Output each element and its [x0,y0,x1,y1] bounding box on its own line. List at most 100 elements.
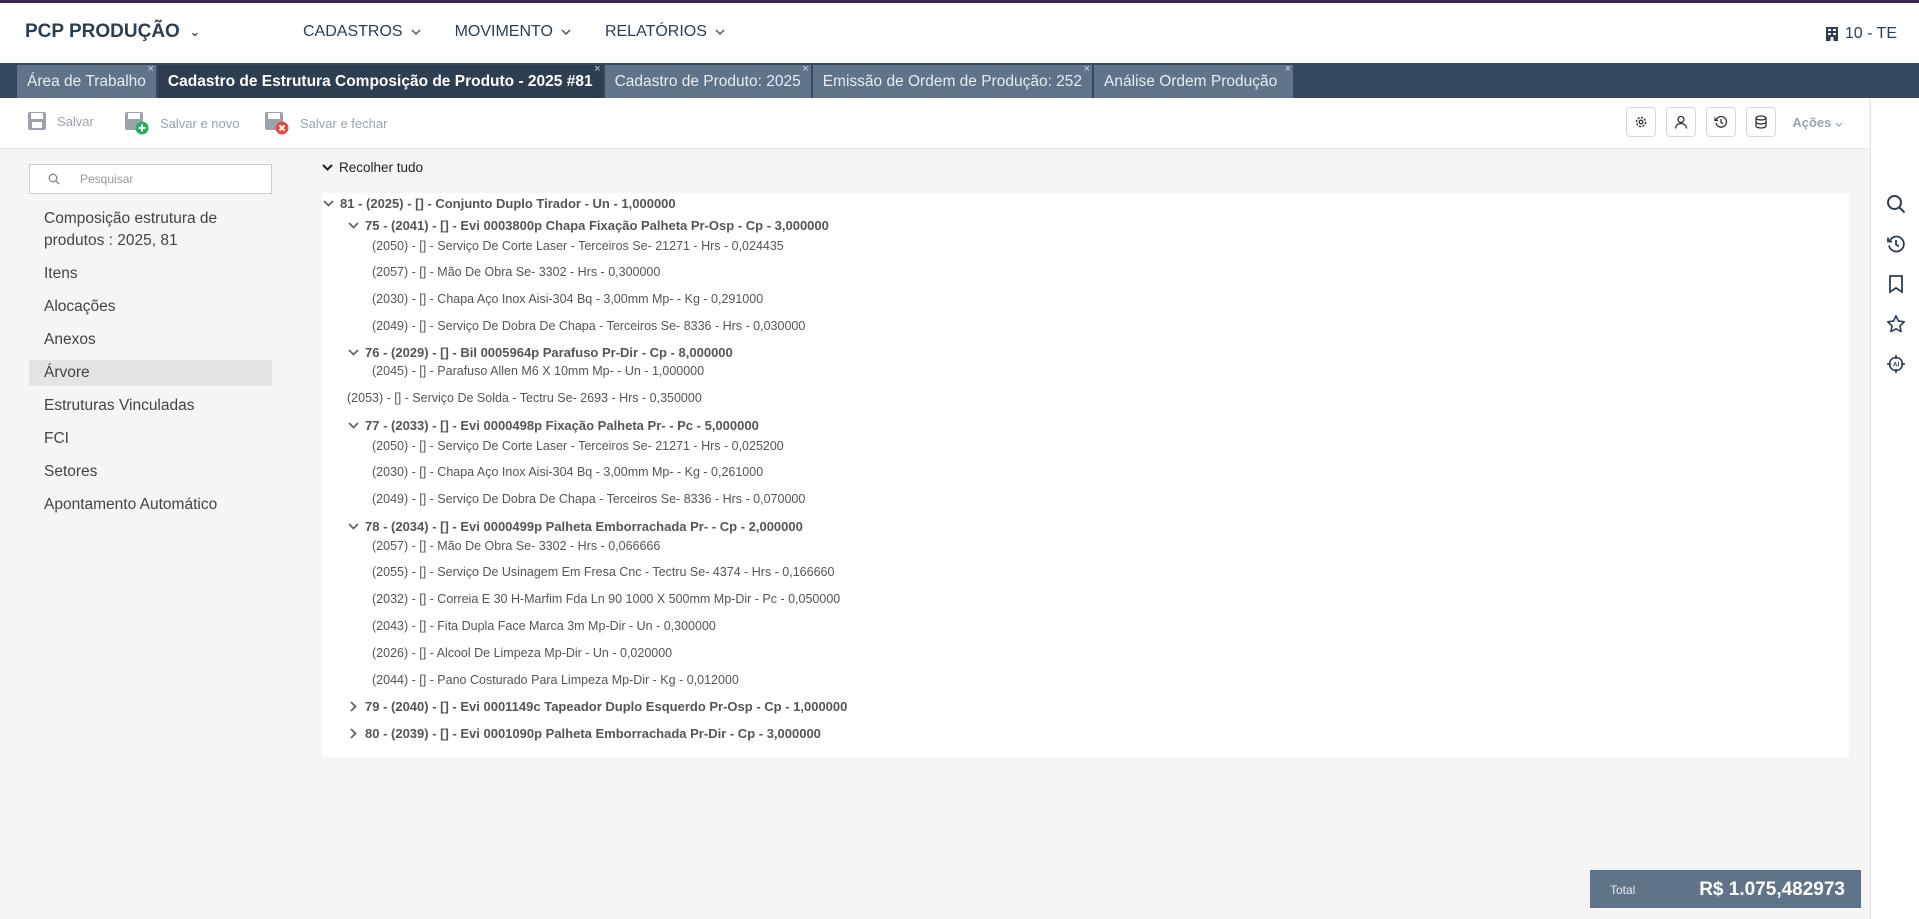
history-button[interactable] [1706,107,1736,137]
search-input[interactable] [78,171,262,187]
user-button[interactable] [1666,107,1696,137]
sidebar-item-composicao[interactable]: Composição estrutura de produtos : 2025,… [29,206,272,254]
company-selector[interactable]: 10 - TE [1825,25,1897,43]
tree-node-label: (2050) - [] - Serviço De Corte Laser - T… [372,439,784,453]
bookmark-icon[interactable] [1886,274,1906,294]
tab-emissao-ordem[interactable]: Emissão de Ordem de Produção: 252 × [812,63,1093,98]
tree-node-label: (2057) - [] - Mão De Obra Se- 3302 - Hrs… [372,539,661,553]
search-box [29,164,272,194]
tree-node-label: (2030) - [] - Chapa Aço Inox Aisi-304 Bq… [372,292,764,306]
tree-node[interactable]: 79 - (2040) - [] - Evi 0001149c Tapeador… [347,699,847,714]
tree-node[interactable]: 76 - (2029) - [] - Bil 0005964p Parafuso… [347,345,733,360]
close-icon[interactable]: × [802,53,808,86]
tree-node[interactable]: (2049) - [] - Serviço De Dobra De Chapa … [372,492,805,506]
chevron-down-icon[interactable] [347,349,359,356]
tree-node[interactable]: (2049) - [] - Serviço De Dobra De Chapa … [372,319,805,333]
sidebar-item-fci[interactable]: FCI [29,426,272,452]
sidebar-item-itens[interactable]: Itens [29,261,272,287]
tree-node[interactable]: (2044) - [] - Pano Costurado Para Limpez… [372,673,739,687]
history-icon [1714,115,1728,128]
close-icon[interactable]: × [1084,53,1090,86]
tree-node[interactable]: (2045) - [] - Parafuso Allen M6 X 10mm M… [372,364,704,378]
close-icon[interactable]: × [594,53,600,86]
app-module-selector[interactable]: PCP PRODUÇÃO ⌄ [25,21,200,43]
sidebar-item-apontamento[interactable]: Apontamento Automático [29,492,272,518]
nav-cadastros[interactable]: CADASTROS [303,23,421,41]
tree-node[interactable]: (2032) - [] - Correia E 30 H-Marfim Fda … [372,592,840,606]
tree-node[interactable]: (2030) - [] - Chapa Aço Inox Aisi-304 Bq… [372,292,763,306]
chevron-down-icon[interactable] [347,422,359,429]
nav-movimento[interactable]: MOVIMENTO [455,23,571,41]
tree-node-label: 77 - (2033) - [] - Evi 0000498p Fixação … [365,418,759,433]
tree-node[interactable]: (2057) - [] - Mão De Obra Se- 3302 - Hrs… [372,539,660,553]
nav-relatorios[interactable]: RELATÓRIOS [605,23,725,41]
save-new-icon [125,112,149,135]
nav-label: RELATÓRIOS [604,23,707,40]
tree-node[interactable]: 80 - (2039) - [] - Evi 0001090p Palheta … [347,726,821,741]
save-and-close-button[interactable]: Salvar e fechar [264,111,387,135]
tree-node[interactable]: 81 - (2025) - [] - Conjunto Duplo Tirado… [322,196,676,211]
tree-node[interactable]: 77 - (2033) - [] - Evi 0000498p Fixação … [347,418,759,433]
tab-cadastro-estrutura[interactable]: Cadastro de Estrutura Composição de Prod… [157,63,603,98]
actions-label: Ações [1792,115,1832,130]
tree-node[interactable]: (2030) - [] - Chapa Aço Inox Aisi-304 Bq… [372,465,763,479]
tree-node[interactable]: 75 - (2041) - [] - Evi 0003800p Chapa Fi… [347,218,829,233]
sidebar-menu: Composição estrutura de produtos : 2025,… [29,206,272,525]
sidebar-item-estruturas-vinculadas[interactable]: Estruturas Vinculadas [29,393,272,419]
chevron-down-icon [561,29,571,35]
save-new-label: Salvar e novo [160,115,240,131]
chevron-right-icon[interactable] [347,701,359,712]
save-and-new-button[interactable]: Salvar e novo [124,111,240,135]
sidebar-item-arvore[interactable]: Árvore [29,360,272,386]
database-icon [1755,115,1767,129]
tree-node-label: 76 - (2029) - [] - Bil 0005964p Parafuso… [365,345,733,360]
close-icon[interactable]: × [1285,53,1291,86]
sidebar-item-alocacoes[interactable]: Alocações [29,294,272,320]
tree-node-label: (2049) - [] - Serviço De Dobra De Chapa … [372,492,806,506]
structure-tree: 81 - (2025) - [] - Conjunto Duplo Tirado… [322,193,1849,757]
tree-node[interactable]: (2050) - [] - Serviço De Corte Laser - T… [372,439,784,453]
actions-dropdown[interactable]: Ações [1792,115,1843,130]
save-close-icon [265,112,289,135]
chevron-down-icon[interactable] [347,222,359,229]
tree-node[interactable]: (2050) - [] - Serviço De Corte Laser - T… [372,239,784,253]
tree-node[interactable]: (2057) - [] - Mão De Obra Se- 3302 - Hrs… [372,265,660,279]
tree-node-label: (2032) - [] - Correia E 30 H-Marfim Fda … [372,592,841,606]
settings-button[interactable] [1626,107,1656,137]
database-button[interactable] [1746,107,1776,137]
save-label: Salvar [57,113,94,129]
tab-label: Cadastro de Estrutura Composição de Prod… [167,73,593,90]
tree-node[interactable]: (2053) - [] - Serviço De Solda - Tectru … [347,391,702,405]
tab-label: Área de Trabalho [27,73,146,90]
svg-text:AI: AI [1893,362,1900,369]
tab-analise-ordem[interactable]: Análise Ordem Produção × [1094,63,1294,98]
chevron-right-icon[interactable] [347,728,359,739]
user-icon [1674,115,1688,129]
total-value: R$ 1.075,482973 [1699,879,1845,900]
sidebar-item-setores[interactable]: Setores [29,459,272,485]
close-icon[interactable]: × [147,53,153,86]
tree-node[interactable]: (2043) - [] - Fita Dupla Face Marca 3m M… [372,619,716,633]
search-icon[interactable] [1886,194,1906,214]
tree-node-label: 79 - (2040) - [] - Evi 0001149c Tapeador… [365,699,848,714]
tab-label: Análise Ordem Produção [1104,73,1278,90]
company-label: 10 - TE [1844,25,1897,42]
tab-area-de-trabalho[interactable]: Área de Trabalho × [17,63,156,98]
tree-node[interactable]: 78 - (2034) - [] - Evi 0000499p Palheta … [347,519,803,534]
tree-node[interactable]: (2055) - [] - Serviço De Usinagem Em Fre… [372,565,834,579]
save-close-label: Salvar e fechar [300,115,388,131]
tab-label: Emissão de Ordem de Produção: 252 [822,73,1083,90]
collapse-all-button[interactable]: Recolher tudo [322,160,423,175]
save-button[interactable]: Salvar [27,111,94,131]
tab-cadastro-produto[interactable]: Cadastro de Produto: 2025 × [604,63,811,98]
sidebar-item-anexos[interactable]: Anexos [29,327,272,353]
ai-target-icon[interactable]: AI [1886,354,1906,374]
tree-node-label: (2045) - [] - Parafuso Allen M6 X 10mm M… [372,364,705,378]
tree-node-label: 75 - (2041) - [] - Evi 0003800p Chapa Fi… [365,218,829,233]
tree-node[interactable]: (2026) - [] - Alcool De Limpeza Mp-Dir -… [372,646,672,660]
history-icon[interactable] [1886,234,1906,254]
chevron-down-icon[interactable] [347,523,359,530]
app-title: PCP PRODUÇÃO [25,21,180,42]
chevron-down-icon[interactable] [322,200,334,207]
star-icon[interactable] [1886,314,1906,334]
